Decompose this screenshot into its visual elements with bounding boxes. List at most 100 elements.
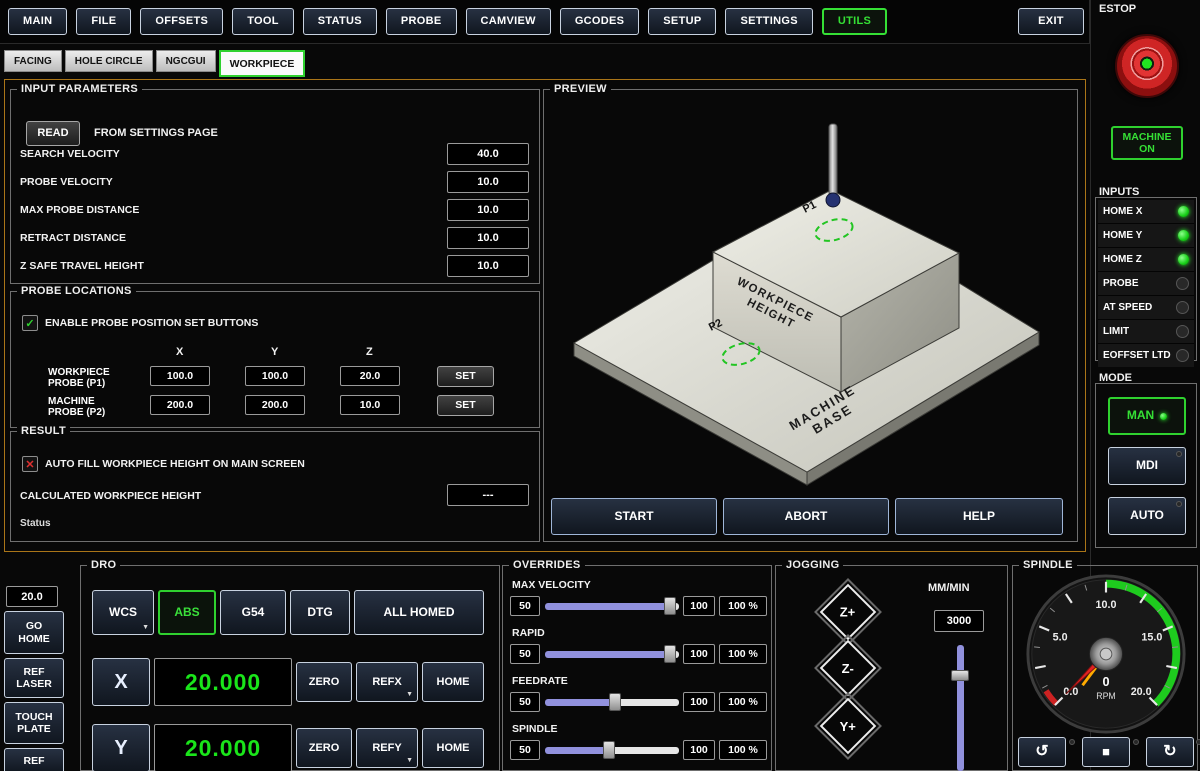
ref-laser-button[interactable]: REF LASER (4, 658, 64, 698)
menu-settings[interactable]: SETTINGS (725, 8, 812, 35)
at-speed-led-icon (1176, 301, 1189, 314)
x-zero-button[interactable]: ZERO (296, 662, 352, 702)
start-button[interactable]: START (551, 498, 717, 535)
feedrate-slider[interactable] (545, 692, 679, 712)
feedrate-min: 50 (510, 692, 540, 712)
col-header-z: Z (366, 346, 373, 358)
p1-y-field[interactable]: 100.0 (245, 366, 305, 386)
feedrate-pct: 100 % (719, 692, 767, 712)
x-ref-button[interactable]: REFX ▼ (356, 662, 418, 702)
p1-set-button[interactable]: SET (437, 366, 494, 387)
g54-button[interactable]: G54 (220, 590, 286, 635)
spindle-cw-button[interactable]: ↻ (1146, 737, 1194, 767)
menu-offsets[interactable]: OFFSETS (140, 8, 223, 35)
app-window: MAIN FILE OFFSETS TOOL STATUS PROBE CAMV… (0, 0, 1200, 771)
machine-on-button[interactable]: MACHINE ON (1111, 126, 1183, 160)
retract-distance-field[interactable]: 10.0 (447, 227, 529, 249)
gauge-tick-label: 10.0 (1096, 599, 1117, 611)
enable-probe-checkbox[interactable]: ✓ ENABLE PROBE POSITION SET BUTTONS (22, 315, 258, 331)
probe-velocity-field[interactable]: 10.0 (447, 171, 529, 193)
param-label: MAX PROBE DISTANCE (20, 204, 139, 216)
spindle-ovr-max: 100 (683, 740, 715, 760)
go-home-button[interactable]: GO HOME (4, 611, 64, 654)
menu-camview[interactable]: CAMVIEW (466, 8, 551, 35)
exit-button[interactable]: EXIT (1018, 8, 1084, 35)
panel-title: RESULT (17, 425, 70, 437)
spindle-ovr-slider[interactable] (545, 740, 679, 760)
x-home-button[interactable]: HOME (422, 662, 484, 702)
tab-hole-circle[interactable]: HOLE CIRCLE (65, 50, 153, 72)
touch-plate-button[interactable]: TOUCH PLATE (4, 702, 64, 744)
spindle-ccw-led-icon (1069, 739, 1075, 745)
read-button[interactable]: READ (26, 121, 80, 146)
menu-tool[interactable]: TOOL (232, 8, 294, 35)
wcs-button[interactable]: WCS ▼ (92, 590, 154, 635)
checkbox-check-icon[interactable]: ✓ (22, 315, 38, 331)
mode-mdi-button[interactable]: MDI (1108, 447, 1186, 485)
y-ref-button[interactable]: REFY ▼ (356, 728, 418, 768)
dtg-button[interactable]: DTG (290, 590, 350, 635)
p2-y-field[interactable]: 200.0 (245, 395, 305, 415)
ref-button[interactable]: REF (4, 748, 64, 771)
all-homed-button[interactable]: ALL HOMED (354, 590, 484, 635)
slider-handle[interactable] (664, 597, 676, 615)
abort-button[interactable]: ABORT (723, 498, 889, 535)
input-row-probe: PROBE (1098, 272, 1194, 296)
input-label: PROBE (1103, 278, 1139, 289)
spindle-stop-led-icon (1133, 739, 1139, 745)
touch-plate-height-field[interactable]: 20.0 (6, 586, 58, 607)
enable-probe-label: ENABLE PROBE POSITION SET BUTTONS (45, 317, 258, 329)
y-home-button[interactable]: HOME (422, 728, 484, 768)
abs-button[interactable]: ABS (158, 590, 216, 635)
p2-x-field[interactable]: 200.0 (150, 395, 210, 415)
tab-facing[interactable]: FACING (4, 50, 62, 72)
refx-label: REFX (372, 676, 401, 689)
menu-utils[interactable]: UTILS (822, 8, 887, 35)
menu-setup[interactable]: SETUP (648, 8, 716, 35)
tab-ngcgui[interactable]: NGCGUI (156, 50, 216, 72)
mode-auto-button[interactable]: AUTO (1108, 497, 1186, 535)
slider-handle[interactable] (609, 693, 621, 711)
spindle-stop-button[interactable]: ■ (1082, 737, 1130, 767)
menu-main[interactable]: MAIN (8, 8, 67, 35)
p1-z-field[interactable]: 20.0 (340, 366, 400, 386)
panel-title: SPINDLE (1019, 559, 1077, 571)
menu-gcodes[interactable]: GCODES (560, 8, 639, 35)
panel-title: DRO (87, 559, 120, 571)
max-velocity-label: MAX VELOCITY (512, 579, 591, 591)
spindle-rpm-unit: RPM (1096, 691, 1115, 701)
estop-button[interactable] (1115, 34, 1179, 98)
help-button[interactable]: HELP (895, 498, 1063, 535)
mode-man-button[interactable]: MAN (1108, 397, 1186, 435)
z-safe-height-field[interactable]: 10.0 (447, 255, 529, 277)
y-axis-button[interactable]: Y (92, 724, 150, 771)
preview-canvas: WORKPIECE HEIGHT MACHINE BASE P1 P2 (545, 100, 1075, 490)
jog-rate-slider[interactable] (950, 645, 970, 771)
autofill-checkbox[interactable]: ✕ AUTO FILL WORKPIECE HEIGHT ON MAIN SCR… (22, 456, 305, 472)
p2-set-button[interactable]: SET (437, 395, 494, 416)
checkbox-x-icon[interactable]: ✕ (22, 456, 38, 472)
jog-rate-field[interactable]: 3000 (934, 610, 984, 632)
y-zero-button[interactable]: ZERO (296, 728, 352, 768)
rapid-max: 100 (683, 644, 715, 664)
menu-file[interactable]: FILE (76, 8, 131, 35)
slider-handle[interactable] (951, 670, 969, 681)
x-axis-button[interactable]: X (92, 658, 150, 706)
spindle-rpm-value: 0 (1102, 675, 1109, 689)
max-velocity-slider[interactable] (545, 596, 679, 616)
label-line: PROBE (P1) (48, 378, 110, 389)
menu-status[interactable]: STATUS (303, 8, 377, 35)
tab-workpiece[interactable]: WORKPIECE (219, 50, 306, 77)
slider-handle[interactable] (664, 645, 676, 663)
spindle-ccw-button[interactable]: ↺ (1018, 737, 1066, 767)
p1-x-field[interactable]: 100.0 (150, 366, 210, 386)
y-dro-value: 20.000 (154, 724, 292, 771)
p2-z-field[interactable]: 10.0 (340, 395, 400, 415)
search-velocity-field[interactable]: 40.0 (447, 143, 529, 165)
label-line: MACHINE (48, 396, 105, 407)
spindle-gauge: 0.0 5.0 10.0 15.0 20.0 0 RPM (1024, 572, 1188, 736)
slider-handle[interactable] (603, 741, 615, 759)
menu-probe[interactable]: PROBE (386, 8, 457, 35)
rapid-slider[interactable] (545, 644, 679, 664)
max-probe-distance-field[interactable]: 10.0 (447, 199, 529, 221)
